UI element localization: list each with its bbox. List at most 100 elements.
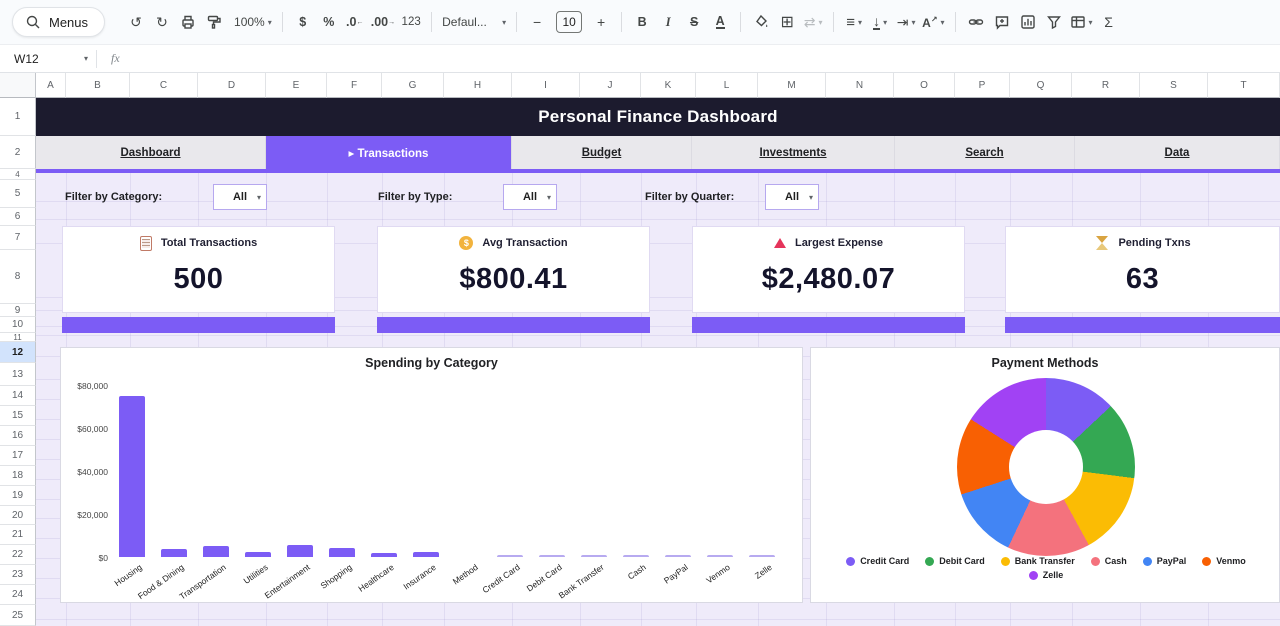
insert-chart-icon[interactable] bbox=[1015, 8, 1041, 36]
text-wrap-button[interactable]: ⇥▾ bbox=[893, 8, 919, 36]
tab-dashboard[interactable]: Dashboard bbox=[36, 136, 266, 169]
row-header[interactable]: 12 bbox=[0, 342, 36, 363]
column-header[interactable]: T bbox=[1208, 73, 1280, 98]
row-header[interactable]: 16 bbox=[0, 426, 36, 446]
row-header[interactable]: 19 bbox=[0, 486, 36, 506]
row-header[interactable]: 22 bbox=[0, 545, 36, 565]
italic-button[interactable]: I bbox=[655, 8, 681, 36]
table-views-button[interactable]: ▾ bbox=[1067, 8, 1096, 36]
format-percent-button[interactable]: % bbox=[316, 8, 342, 36]
filter-dropdown[interactable]: All▾ bbox=[765, 184, 819, 210]
insert-link-icon[interactable] bbox=[963, 8, 989, 36]
column-header[interactable]: B bbox=[66, 73, 130, 98]
paint-format-icon[interactable] bbox=[201, 8, 227, 36]
horizontal-align-button[interactable]: ≡▾ bbox=[841, 8, 867, 36]
column-header[interactable]: L bbox=[696, 73, 758, 98]
column-header[interactable]: O bbox=[894, 73, 955, 98]
chart-legend: Credit CardDebit CardBank TransferCashPa… bbox=[826, 556, 1266, 580]
row-header[interactable]: 9 bbox=[0, 304, 36, 317]
print-icon[interactable] bbox=[175, 8, 201, 36]
more-formats-button[interactable]: 123 bbox=[398, 8, 424, 36]
row-header[interactable]: 25 bbox=[0, 605, 36, 626]
fill-color-button[interactable] bbox=[748, 8, 774, 36]
sheet-canvas[interactable]: Personal Finance Dashboard Dashboard▸ Tr… bbox=[36, 98, 1280, 626]
bar bbox=[329, 548, 355, 557]
filter-icon[interactable] bbox=[1041, 8, 1067, 36]
redo-icon[interactable]: ↻ bbox=[149, 8, 175, 36]
row-header[interactable]: 4 bbox=[0, 169, 36, 180]
kpi-header: Largest Expense bbox=[693, 227, 964, 253]
row-header[interactable]: 18 bbox=[0, 466, 36, 486]
donut-chart[interactable]: Payment Methods Credit CardDebit CardBan… bbox=[810, 347, 1280, 603]
vertical-align-button[interactable]: ↓▾ bbox=[867, 8, 893, 36]
merge-cells-button[interactable]: ⇄▾ bbox=[800, 8, 826, 36]
text-color-button[interactable]: A bbox=[707, 8, 733, 36]
page-title: Personal Finance Dashboard bbox=[538, 107, 778, 127]
row-header[interactable]: 13 bbox=[0, 363, 36, 386]
row-header[interactable]: 11 bbox=[0, 333, 36, 342]
strikethrough-button[interactable]: S bbox=[681, 8, 707, 36]
column-header[interactable]: F bbox=[327, 73, 382, 98]
increase-font-size-button[interactable]: + bbox=[588, 8, 614, 36]
column-header[interactable]: D bbox=[198, 73, 266, 98]
row-header[interactable]: 14 bbox=[0, 386, 36, 406]
row-header[interactable]: 1 bbox=[0, 98, 36, 136]
column-header[interactable]: K bbox=[641, 73, 696, 98]
functions-button[interactable]: Σ bbox=[1096, 8, 1122, 36]
column-header[interactable]: E bbox=[266, 73, 327, 98]
row-header[interactable]: 10 bbox=[0, 317, 36, 333]
tab-budget[interactable]: Budget bbox=[512, 136, 692, 169]
column-header[interactable]: Q bbox=[1010, 73, 1072, 98]
decrease-decimal-button[interactable]: .0← bbox=[342, 8, 368, 36]
name-box[interactable]: W12 ▾ bbox=[0, 52, 96, 66]
column-header[interactable]: H bbox=[444, 73, 512, 98]
tab-search[interactable]: Search bbox=[895, 136, 1075, 169]
column-header[interactable]: S bbox=[1140, 73, 1208, 98]
column-header[interactable]: J bbox=[580, 73, 641, 98]
select-all-corner[interactable] bbox=[0, 73, 36, 98]
filter-dropdown[interactable]: All▾ bbox=[213, 184, 267, 210]
row-header[interactable]: 17 bbox=[0, 446, 36, 466]
insert-comment-icon[interactable] bbox=[989, 8, 1015, 36]
tab-investments[interactable]: Investments bbox=[692, 136, 895, 169]
tab-data[interactable]: Data bbox=[1075, 136, 1280, 169]
increase-decimal-button[interactable]: .00→ bbox=[368, 8, 398, 36]
column-header[interactable]: M bbox=[758, 73, 826, 98]
dashboard-title-banner: Personal Finance Dashboard bbox=[36, 98, 1280, 136]
menus-search[interactable]: Menus bbox=[12, 7, 105, 37]
bar-chart[interactable]: Spending by Category $0$20,000$40,000$60… bbox=[60, 347, 803, 603]
column-header[interactable]: C bbox=[130, 73, 198, 98]
row-header[interactable]: 23 bbox=[0, 565, 36, 585]
row-header[interactable]: 2 bbox=[0, 136, 36, 169]
filter-dropdown[interactable]: All▾ bbox=[503, 184, 557, 210]
row-header[interactable]: 7 bbox=[0, 226, 36, 250]
undo-icon[interactable]: ↺ bbox=[123, 8, 149, 36]
column-header[interactable]: R bbox=[1072, 73, 1140, 98]
column-header[interactable]: N bbox=[826, 73, 894, 98]
decrease-font-size-button[interactable]: − bbox=[524, 8, 550, 36]
kpi-header: Total Transactions bbox=[63, 227, 334, 253]
row-header[interactable]: 21 bbox=[0, 525, 36, 545]
kpi-accent-bar bbox=[692, 317, 965, 333]
font-size-field[interactable]: 10 bbox=[556, 11, 582, 33]
row-header[interactable]: 15 bbox=[0, 406, 36, 426]
font-family-selector[interactable]: Defaul... ▾ bbox=[439, 8, 509, 36]
chevron-down-icon: ▾ bbox=[819, 18, 823, 27]
column-header[interactable]: A bbox=[36, 73, 66, 98]
kpi-value: $2,480.07 bbox=[693, 253, 964, 305]
row-header[interactable]: 5 bbox=[0, 180, 36, 208]
row-header[interactable]: 24 bbox=[0, 585, 36, 605]
column-header[interactable]: P bbox=[955, 73, 1010, 98]
bold-button[interactable]: B bbox=[629, 8, 655, 36]
row-header[interactable]: 20 bbox=[0, 506, 36, 525]
text-rotation-button[interactable]: A▾ bbox=[919, 8, 947, 36]
row-header[interactable]: 6 bbox=[0, 208, 36, 226]
tab-transactions[interactable]: ▸ Transactions bbox=[266, 136, 512, 169]
column-header[interactable]: I bbox=[512, 73, 580, 98]
bar bbox=[119, 396, 145, 557]
zoom-control[interactable]: 100% ▾ bbox=[231, 8, 275, 36]
borders-button[interactable]: ⊞ bbox=[774, 8, 800, 36]
format-currency-button[interactable]: $ bbox=[290, 8, 316, 36]
row-header[interactable]: 8 bbox=[0, 250, 36, 304]
column-header[interactable]: G bbox=[382, 73, 444, 98]
